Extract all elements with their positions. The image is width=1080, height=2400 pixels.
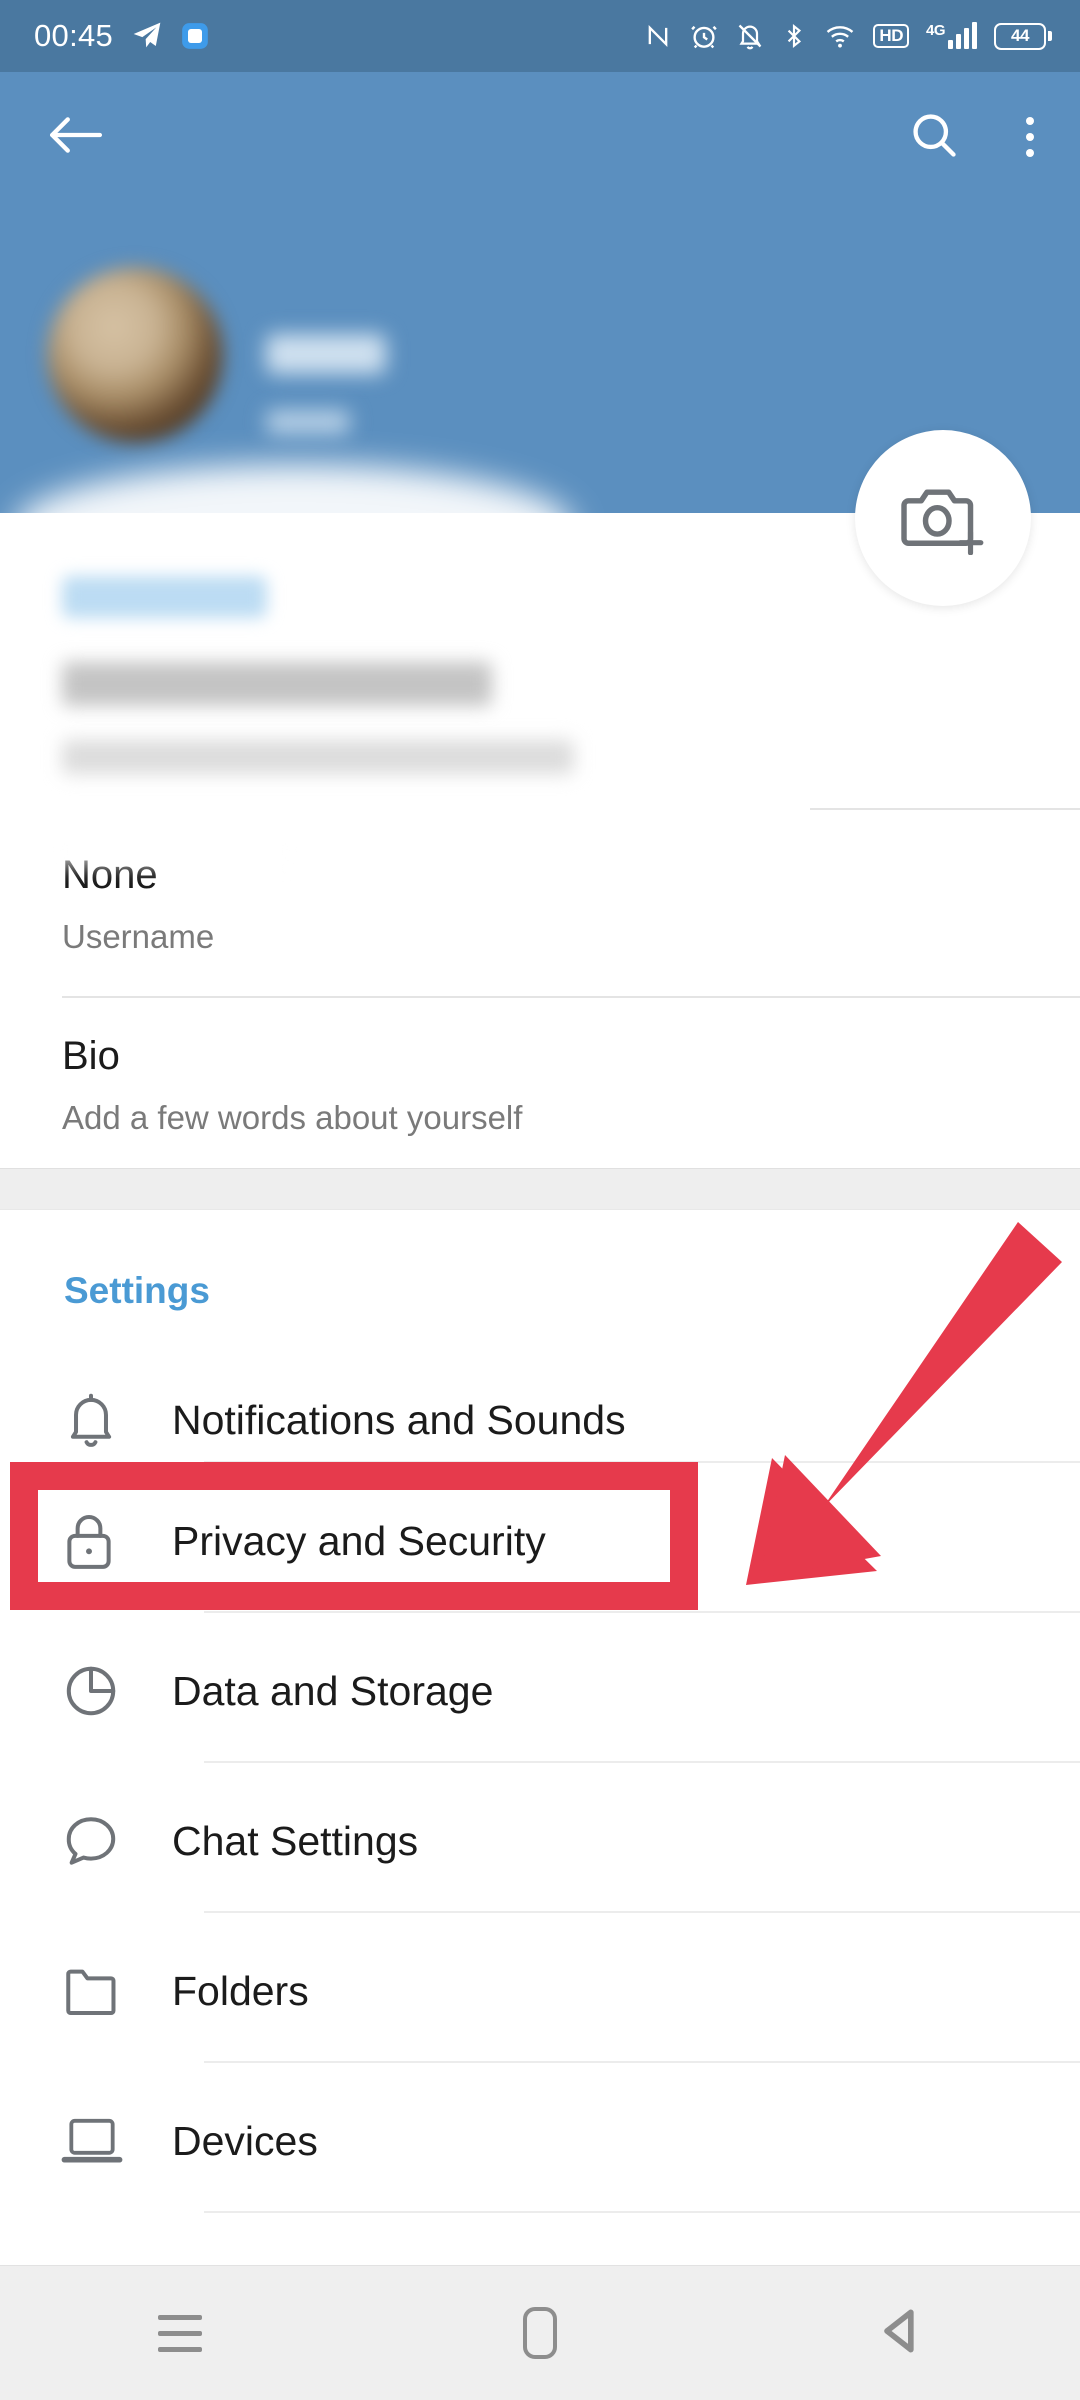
- recents-button[interactable]: [120, 2266, 240, 2400]
- laptop-icon: [60, 2113, 164, 2169]
- settings-item-label: Chat Settings: [172, 1817, 419, 1864]
- alarm-icon: [689, 21, 719, 51]
- telegram-settings-screen: 00:45 HD 4G 44 Username Bio Add a few wo…: [0, 0, 1080, 2400]
- section-separator: [0, 1168, 1080, 1210]
- header-blur-overlay: [14, 464, 574, 513]
- back-arrow-icon[interactable]: [46, 112, 104, 163]
- bio-field[interactable]: Bio Add a few words about yourself: [62, 1036, 1022, 1134]
- settings-item-chat-settings[interactable]: Chat Settings: [0, 1765, 1080, 1917]
- telegram-send-icon: [131, 20, 163, 52]
- overflow-menu-icon[interactable]: [1016, 111, 1044, 163]
- bluetooth-icon: [781, 22, 807, 50]
- settings-item-label: Privacy and Security: [172, 1517, 546, 1564]
- recents-icon: [158, 2314, 202, 2352]
- divider: [204, 1461, 1080, 1463]
- back-icon: [876, 2305, 924, 2362]
- signal-bars: [948, 22, 977, 49]
- divider: [62, 996, 1080, 998]
- settings-item-label: Notifications and Sounds: [172, 1396, 626, 1443]
- settings-item-devices[interactable]: Devices: [0, 2065, 1080, 2217]
- wifi-icon: [824, 22, 856, 50]
- home-icon: [523, 2307, 557, 2359]
- settings-item-folders[interactable]: Folders: [0, 1915, 1080, 2067]
- divider: [204, 1911, 1080, 1913]
- pie-chart-icon: [60, 1660, 164, 1722]
- bio-value: Bio: [62, 1034, 120, 1078]
- battery-level-label: 44: [994, 22, 1046, 50]
- avatar[interactable]: [47, 267, 223, 443]
- app-notification-icon: [181, 22, 209, 50]
- divider: [204, 2211, 1080, 2213]
- settings-section-title: Settings: [64, 1270, 210, 1311]
- nfc-icon: [644, 22, 672, 50]
- divider: [810, 808, 1080, 810]
- battery-icon: 44: [994, 22, 1052, 50]
- settings-item-label: Devices: [172, 2117, 318, 2164]
- bio-label: Add a few words about yourself: [62, 1099, 523, 1136]
- back-button[interactable]: [840, 2266, 960, 2400]
- profile-status-redacted: [266, 410, 350, 434]
- status-bar-right: HD 4G 44: [644, 21, 1052, 51]
- username-label: Username: [62, 918, 215, 955]
- android-nav-bar: [0, 2265, 1080, 2400]
- bell-muted-icon: [736, 22, 764, 50]
- phone-hint-redacted: [62, 740, 574, 774]
- hd-icon: HD: [873, 24, 909, 48]
- add-photo-button[interactable]: [855, 430, 1031, 606]
- add-photo-icon: [900, 477, 986, 560]
- username-blur-overlay: [55, 838, 295, 878]
- app-toolbar: [0, 72, 1080, 202]
- divider: [204, 1761, 1080, 1763]
- phone-number-redacted[interactable]: [62, 662, 492, 706]
- settings-item-privacy-security[interactable]: Privacy and Security: [0, 1465, 1080, 1617]
- divider: [204, 1611, 1080, 1613]
- divider: [204, 2061, 1080, 2063]
- battery-tip: [1048, 31, 1052, 41]
- network-type-label: 4G: [925, 22, 946, 39]
- account-section-label-redacted: [62, 576, 267, 618]
- bell-icon: [60, 1389, 164, 1451]
- settings-item-data-storage[interactable]: Data and Storage: [0, 1615, 1080, 1767]
- folder-icon: [60, 1962, 164, 2020]
- status-bar: 00:45 HD 4G 44: [0, 0, 1080, 72]
- profile-name-redacted: [266, 334, 386, 374]
- chat-bubble-icon: [60, 1810, 164, 1872]
- status-bar-left: 00:45: [34, 18, 209, 54]
- lock-icon: [60, 1510, 164, 1572]
- status-time: 00:45: [34, 18, 114, 53]
- settings-item-label: Data and Storage: [172, 1667, 494, 1714]
- search-icon[interactable]: [908, 109, 960, 166]
- toolbar-actions: [908, 109, 1044, 166]
- settings-item-label: Folders: [172, 1967, 309, 2014]
- home-button[interactable]: [480, 2266, 600, 2400]
- signal-4g-icon: 4G: [925, 22, 977, 49]
